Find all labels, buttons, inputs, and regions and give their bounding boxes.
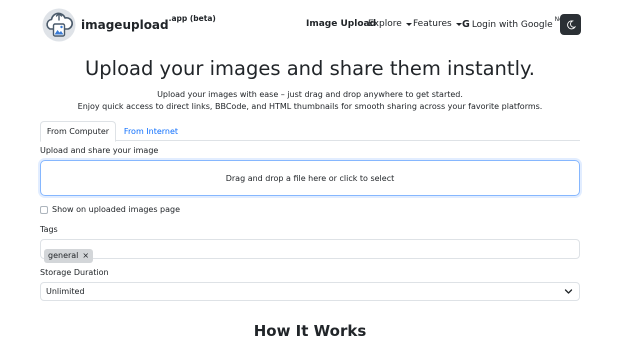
- chevron-down-icon: [564, 289, 573, 294]
- navbar: imageupload.app (beta) Image Upload Expl…: [0, 0, 620, 50]
- file-dropzone[interactable]: Drag and drop a file here or click to se…: [40, 160, 580, 196]
- upload-label: Upload and share your image: [40, 146, 159, 155]
- tab-from-computer[interactable]: From Computer: [40, 121, 116, 142]
- intro-line-1: Upload your images with ease – just drag…: [157, 90, 463, 99]
- upload-source-tabs: From Computer From Internet: [40, 121, 580, 142]
- brand-text: imageupload: [81, 18, 169, 32]
- tag-chip: general ×: [44, 248, 94, 263]
- nav-features-dropdown[interactable]: Features: [413, 19, 462, 29]
- show-on-page-checkbox[interactable]: [40, 205, 48, 214]
- tag-text: general: [48, 251, 79, 260]
- nav-explore-label: Explore: [368, 19, 402, 29]
- nav-features-label: Features: [413, 19, 452, 29]
- brand-name: imageupload.app (beta): [81, 14, 216, 32]
- nav-image-upload[interactable]: Image Upload: [306, 19, 376, 29]
- moon-icon: [566, 20, 576, 29]
- tags-label: Tags: [40, 225, 58, 234]
- login-label: Login with Google: [471, 19, 553, 30]
- storage-duration-label: Storage Duration: [40, 268, 109, 277]
- brand-badge: .app (beta): [168, 14, 216, 23]
- caret-down-icon: [405, 22, 412, 26]
- tags-input[interactable]: general ×: [40, 239, 580, 263]
- google-icon: G: [462, 19, 470, 30]
- show-on-page-option[interactable]: Show on uploaded images page: [40, 205, 180, 214]
- storage-duration-value: Unlimited: [46, 287, 85, 296]
- nav-explore-dropdown[interactable]: Explore: [368, 19, 412, 29]
- show-on-page-label: Show on uploaded images page: [52, 205, 181, 214]
- caret-down-icon: [455, 22, 462, 26]
- cloud-upload-logo-icon: [42, 8, 76, 42]
- theme-toggle-button[interactable]: [560, 14, 581, 35]
- login-google-link[interactable]: G Login with Google New: [462, 16, 568, 30]
- storage-duration-select[interactable]: Unlimited: [40, 282, 580, 301]
- page-title: Upload your images and share them instan…: [85, 57, 535, 80]
- tag-remove-icon[interactable]: ×: [82, 251, 89, 260]
- how-it-works-heading: How It Works: [253, 322, 367, 340]
- intro-line-2: Enjoy quick access to direct links, BBCo…: [77, 102, 543, 111]
- tab-from-internet[interactable]: From Internet: [116, 121, 186, 142]
- brand-link[interactable]: imageupload.app (beta): [41, 8, 216, 42]
